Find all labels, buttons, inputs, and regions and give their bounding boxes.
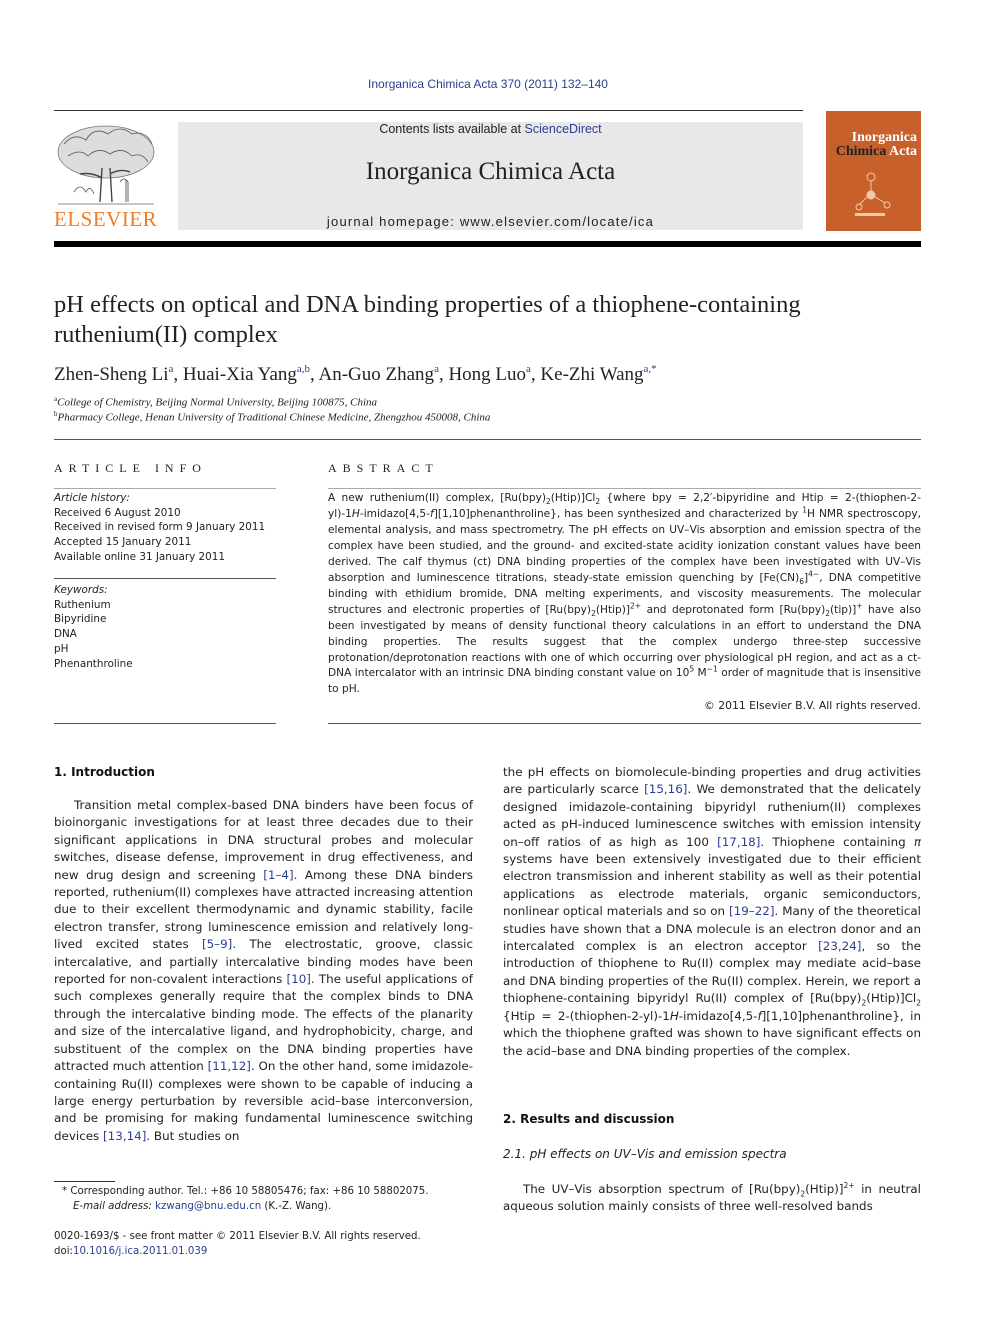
doi-link[interactable]: 10.1016/j.ica.2011.01.039 <box>73 1246 207 1257</box>
email-link[interactable]: kzwang@bnu.edu.cn <box>155 1201 261 1212</box>
journal-title: Inorganica Chimica Acta <box>365 158 616 185</box>
abstract-copyright: © 2011 Elsevier B.V. All rights reserved… <box>704 699 921 712</box>
author-affiliation-mark[interactable]: a <box>169 363 174 375</box>
citation-link[interactable]: [13,14] <box>103 1129 146 1143</box>
footnote-rule <box>54 1181 115 1182</box>
keyword: Ruthenium <box>54 598 111 611</box>
header-thick-rule <box>54 241 921 247</box>
author[interactable]: Huai-Xia Yanga,b <box>183 363 310 385</box>
citation-link[interactable]: [23,24] <box>818 939 861 953</box>
article-info-label: ARTICLE INFO <box>54 461 207 475</box>
author-affiliation-mark[interactable]: a <box>526 363 531 375</box>
divider <box>54 439 921 440</box>
author-list: Zhen-Sheng Lia, Huai-Xia Yanga,b, An-Guo… <box>54 363 657 385</box>
subsection-heading: 2.1. pH effects on UV–Vis and emission s… <box>503 1147 787 1161</box>
article-history: Article history: Received 6 August 2010 … <box>54 491 276 565</box>
divider <box>54 488 276 489</box>
divider <box>328 723 921 724</box>
contents-prefix: Contents lists available at <box>379 122 525 136</box>
corresponding-author-footnote: * Corresponding author. Tel.: +86 10 588… <box>62 1186 429 1212</box>
elsevier-logo[interactable]: ELSEVIER <box>54 122 159 232</box>
issn-text: 0020-1693/$ - see front matter © 2011 El… <box>54 1231 421 1242</box>
cover-title-line1: Inorganica <box>851 130 917 145</box>
journal-homepage[interactable]: journal homepage: www.elsevier.com/locat… <box>178 214 803 229</box>
citation-link[interactable]: [17,18] <box>717 835 760 849</box>
journal-cover[interactable]: Inorganica Chimica Acta <box>826 111 921 231</box>
section-heading-results: 2. Results and discussion <box>503 1112 675 1126</box>
citation-link[interactable]: [1–4] <box>263 868 293 882</box>
keyword: pH <box>54 642 69 655</box>
divider <box>54 723 276 724</box>
introduction-text-right: the pH effects on biomolecule-binding pr… <box>503 765 921 1058</box>
citation-link[interactable]: [15,16] <box>644 782 687 796</box>
author-affiliation-mark[interactable]: a,* <box>644 363 657 375</box>
section-heading-introduction: 1. Introduction <box>54 765 155 779</box>
author-affiliation-mark[interactable]: a,b <box>297 363 310 375</box>
article-history-label: Article history: <box>54 492 130 504</box>
sciencedirect-link[interactable]: ScienceDirect <box>525 122 602 136</box>
affiliation: bPharmacy College, Henan University of T… <box>54 410 491 424</box>
contents-line: Contents lists available at ScienceDirec… <box>178 122 803 136</box>
history-item: Available online 31 January 2011 <box>54 550 225 563</box>
citation-link[interactable]: [5–9] <box>202 937 232 951</box>
history-item: Received in revised form 9 January 2011 <box>54 521 266 534</box>
elsevier-wordmark: ELSEVIER <box>54 207 158 231</box>
divider <box>54 578 276 579</box>
keywords: Keywords: Ruthenium Bipyridine DNA pH Ph… <box>54 583 276 671</box>
divider <box>328 488 921 489</box>
cover-title-acta: Acta <box>886 144 917 159</box>
cover-title-line2: Chimica Acta <box>826 145 921 159</box>
history-item: Received 6 August 2010 <box>54 506 181 519</box>
author[interactable]: Zhen-Sheng Lia <box>54 363 174 385</box>
citation-link[interactable]: [19–22] <box>729 904 774 918</box>
author[interactable]: Ke-Zhi Wanga,* <box>540 363 657 385</box>
journal-citation[interactable]: Inorganica Chimica Acta 370 (2011) 132–1… <box>0 77 976 91</box>
keyword: Phenanthroline <box>54 657 133 670</box>
issn-footnote: 0020-1693/$ - see front matter © 2011 El… <box>54 1230 474 1259</box>
elsevier-tree-icon <box>57 125 155 205</box>
molecule-illustration-icon <box>855 172 891 216</box>
introduction-text-left: Transition metal complex-based DNA binde… <box>54 798 474 1143</box>
results-text: The UV–Vis absorption spectrum of [Ru(bp… <box>503 1181 921 1214</box>
keyword: DNA <box>54 628 77 641</box>
author[interactable]: An-Guo Zhanga <box>319 363 439 385</box>
header-rule <box>54 110 803 111</box>
cover-title-chimica: Chimica <box>835 144 887 159</box>
citation-link[interactable]: [10] <box>286 972 310 986</box>
history-item: Accepted 15 January 2011 <box>54 536 192 549</box>
author[interactable]: Hong Luoa <box>448 363 531 385</box>
journal-banner: Contents lists available at ScienceDirec… <box>178 122 803 230</box>
citation-link[interactable]: [11,12] <box>208 1059 251 1073</box>
email-label: E-mail address: <box>73 1200 152 1212</box>
abstract-text: A new ruthenium(II) complex, [Ru(bpy)2(H… <box>328 492 921 696</box>
author-affiliation-mark[interactable]: a <box>434 363 439 375</box>
article-title: pH effects on optical and DNA binding pr… <box>54 291 801 348</box>
keyword: Bipyridine <box>54 613 107 626</box>
abstract-label: ABSTRACT <box>328 461 439 475</box>
keywords-label: Keywords: <box>54 584 108 596</box>
affiliation: aCollege of Chemistry, Beijing Normal Un… <box>54 395 378 409</box>
